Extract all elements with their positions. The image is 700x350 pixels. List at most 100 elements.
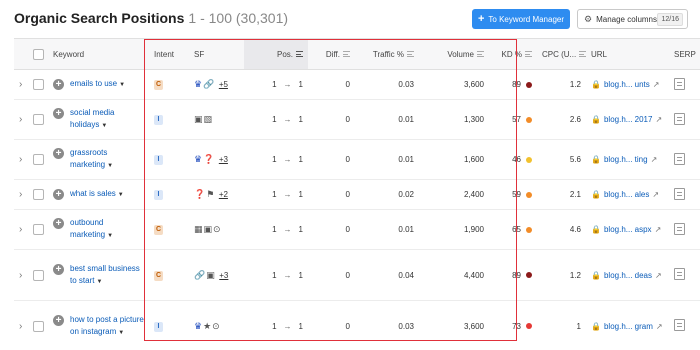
kd-cell: 73 (489, 300, 537, 350)
chevron-right-icon[interactable]: › (19, 79, 22, 90)
external-link-icon[interactable]: ↗ (655, 115, 662, 124)
serp-icon[interactable] (674, 268, 685, 280)
intent-badge: C (154, 80, 163, 90)
col-sf[interactable]: SF (189, 38, 244, 70)
keyword-link[interactable]: social media holidays ▼ (70, 107, 144, 132)
add-keyword-icon[interactable]: + (53, 148, 64, 159)
keyword-cell: + grassroots marketing ▼ (48, 139, 149, 180)
sf-more-link[interactable]: +5 (219, 80, 228, 89)
row-checkbox[interactable] (33, 269, 44, 281)
chevron-right-icon[interactable]: › (19, 321, 22, 332)
keyword-link[interactable]: how to post a picture on instagram ▼ (70, 314, 144, 339)
col-intent[interactable]: Intent (149, 38, 189, 70)
add-keyword-icon[interactable]: + (53, 218, 64, 229)
url-link[interactable]: blog.h... deas (604, 271, 652, 280)
sf-more-link[interactable]: +3 (219, 271, 228, 280)
chevron-right-icon[interactable]: › (19, 154, 22, 165)
add-keyword-icon[interactable]: + (53, 108, 64, 119)
external-link-icon[interactable]: ↗ (655, 271, 662, 280)
col-pos[interactable]: Pos. (244, 38, 308, 70)
url-cell: 🔒 blog.h... ting ↗ (586, 139, 669, 180)
pos-from: 1 (272, 190, 277, 199)
crown-icon: ♛ (194, 79, 204, 89)
col-cpc[interactable]: CPC (U... (537, 38, 586, 70)
url-link[interactable]: blog.h... aspx (604, 225, 652, 234)
col-volume[interactable]: Volume (419, 38, 489, 70)
add-keyword-icon[interactable]: + (53, 79, 64, 90)
lock-icon: 🔒 (591, 321, 601, 331)
external-link-icon[interactable]: ↗ (652, 190, 659, 199)
traffic-cell: 0.01 (355, 139, 419, 180)
col-diff[interactable]: Diff. (308, 38, 355, 70)
cpc-cell: 1.2 (537, 249, 586, 301)
chevron-right-icon[interactable]: › (19, 270, 22, 281)
keyword-link[interactable]: emails to use ▼ (70, 78, 125, 91)
url-link[interactable]: blog.h... gram (604, 322, 653, 331)
serp-icon[interactable] (674, 152, 685, 165)
caret-down-icon[interactable]: ▼ (118, 330, 124, 336)
volume-cell: 3,600 (419, 300, 489, 350)
sort-icon (477, 51, 484, 58)
col-pos-label: Pos. (276, 49, 293, 59)
sort-icon (525, 51, 532, 58)
chevron-right-icon[interactable]: › (19, 114, 22, 125)
manage-columns-button[interactable]: ⚙ Manage columns 12/16 (577, 9, 688, 29)
serp-icon[interactable] (674, 77, 685, 90)
row-checkbox[interactable] (33, 320, 44, 332)
col-url[interactable]: URL (586, 38, 669, 70)
url-link[interactable]: blog.h... ting (604, 155, 648, 164)
external-link-icon[interactable]: ↗ (651, 155, 658, 164)
to-keyword-manager-button[interactable]: + To Keyword Manager (472, 9, 570, 29)
col-volume-label: Volume (447, 49, 474, 59)
add-keyword-icon[interactable]: + (53, 314, 64, 326)
url-cell: 🔒 blog.h... 2017 ↗ (586, 99, 669, 140)
external-link-icon[interactable]: ↗ (655, 225, 662, 234)
table-row: › + best small business to start ▼ C 🔗▣ +3 1 → 1… (14, 249, 700, 301)
serp-icon[interactable] (674, 319, 685, 331)
row-checkbox[interactable] (33, 79, 44, 90)
col-kd[interactable]: KD % (489, 38, 537, 70)
diff-cell: 0 (308, 249, 355, 301)
caret-down-icon[interactable]: ▼ (118, 192, 124, 198)
pos-cell: 1 → 1 (244, 99, 308, 140)
row-checkbox[interactable] (33, 224, 44, 235)
serp-icon[interactable] (674, 222, 685, 235)
caret-down-icon[interactable]: ▼ (101, 123, 107, 129)
serp-icon[interactable] (674, 112, 685, 125)
sf-more-link[interactable]: +2 (219, 190, 228, 199)
keyword-link[interactable]: outbound marketing ▼ (70, 217, 144, 242)
col-serp[interactable]: SERP (669, 38, 700, 70)
caret-down-icon[interactable]: ▼ (107, 233, 113, 239)
serp-cell (669, 249, 700, 301)
keyword-link[interactable]: best small business to start ▼ (70, 263, 144, 288)
serp-icon[interactable] (674, 187, 685, 200)
caret-down-icon[interactable]: ▼ (96, 279, 102, 285)
url-link[interactable]: blog.h... unts (604, 80, 650, 89)
external-link-icon[interactable]: ↗ (653, 80, 660, 89)
keyword-wrap: + how to post a picture on instagram ▼ (53, 314, 144, 339)
manage-columns-label: Manage columns (596, 14, 657, 24)
caret-down-icon[interactable]: ▼ (107, 163, 113, 169)
keyword-link[interactable]: what is sales ▼ (70, 188, 124, 201)
external-link-icon[interactable]: ↗ (656, 322, 663, 331)
chevron-right-icon[interactable]: › (19, 189, 22, 200)
table-row: › + social media holidays ▼ I ▣▧ 1 → 1 0 0.01 1,300… (14, 99, 700, 140)
select-all-checkbox[interactable] (33, 48, 44, 60)
sort-icon (407, 51, 414, 58)
row-checkbox[interactable] (33, 154, 44, 165)
arrow-right-icon: → (283, 80, 292, 89)
add-keyword-icon[interactable]: + (53, 189, 64, 200)
url-link[interactable]: blog.h... 2017 (604, 115, 652, 124)
diff-cell: 0 (308, 139, 355, 180)
sf-more-link[interactable]: +3 (219, 155, 228, 164)
row-checkbox[interactable] (33, 189, 44, 200)
col-keyword[interactable]: Keyword (48, 38, 149, 70)
keyword-link[interactable]: grassroots marketing ▼ (70, 147, 144, 172)
url-link[interactable]: blog.h... ales (604, 190, 649, 199)
kd-cell: 57 (489, 99, 537, 140)
caret-down-icon[interactable]: ▼ (119, 82, 125, 88)
col-traffic[interactable]: Traffic % (355, 38, 419, 70)
chevron-right-icon[interactable]: › (19, 224, 22, 235)
add-keyword-icon[interactable]: + (53, 263, 64, 275)
row-checkbox[interactable] (33, 114, 44, 125)
